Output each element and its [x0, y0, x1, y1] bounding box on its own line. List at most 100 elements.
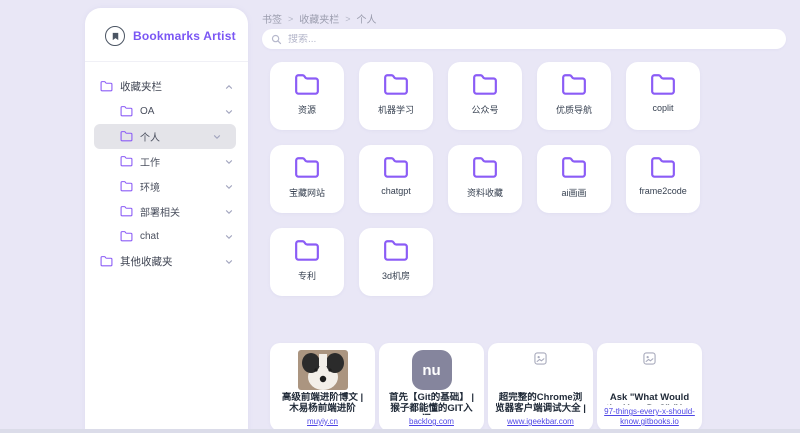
bookmark-link[interactable]: backlog.com — [409, 417, 454, 427]
chevron-down-icon[interactable] — [224, 107, 234, 117]
breadcrumb-separator: > — [345, 14, 350, 24]
bookmark-thumbnail-dog-photo — [298, 348, 348, 392]
folder-card[interactable]: 3d机房 — [359, 228, 433, 296]
bookmark-row: 高级前端进阶博文 | 木易杨前端进阶 muyiy.cn nu 首先【Git的基础… — [270, 343, 702, 431]
chevron-down-icon[interactable] — [224, 257, 234, 267]
folder-label: 机器学习 — [378, 103, 414, 116]
folder-icon — [100, 255, 113, 268]
sidebar-item-label: 部署相关 — [140, 204, 217, 219]
folder-icon — [383, 72, 409, 98]
folder-icon — [100, 80, 113, 93]
folder-icon — [120, 230, 133, 243]
folder-label: 优质导航 — [556, 103, 592, 116]
folder-icon — [120, 180, 133, 193]
folder-icon — [294, 72, 320, 98]
folder-icon — [472, 155, 498, 181]
breadcrumb-item-personal[interactable]: 个人 — [357, 11, 377, 26]
folder-card[interactable]: coplit — [626, 62, 700, 130]
chevron-down-icon[interactable] — [224, 232, 234, 242]
folder-card[interactable]: 公众号 — [448, 62, 522, 130]
folder-label: 3d机房 — [382, 269, 410, 282]
sidebar-nav: 收藏夹栏 OA 个人 — [85, 74, 248, 274]
sidebar-item-oa[interactable]: OA — [85, 99, 248, 124]
folder-label: chatgpt — [381, 186, 411, 196]
folder-card[interactable]: 专利 — [270, 228, 344, 296]
folder-label: 资源 — [298, 103, 316, 116]
sidebar-item-other-bookmarks[interactable]: 其他收藏夹 — [85, 249, 248, 274]
bookmark-link[interactable]: www.igeekbar.com — [507, 417, 574, 427]
folder-label: 资料收藏 — [467, 186, 503, 199]
search-icon — [271, 34, 282, 45]
sidebar-item-deployment[interactable]: 部署相关 — [85, 199, 248, 224]
sidebar-item-bookmarks-bar[interactable]: 收藏夹栏 — [85, 74, 248, 99]
folder-label: 宝藏网站 — [289, 186, 325, 199]
chevron-down-icon[interactable] — [212, 132, 222, 142]
folder-card[interactable]: 机器学习 — [359, 62, 433, 130]
folder-grid: 资源 机器学习 公众号 优质导航 coplit 宝藏网站 chatgpt 资料 — [270, 62, 700, 296]
folder-label: 专利 — [298, 269, 316, 282]
bookmark-link[interactable]: muyiy.cn — [307, 417, 338, 427]
folder-card[interactable]: 宝藏网站 — [270, 145, 344, 213]
folder-card[interactable]: chatgpt — [359, 145, 433, 213]
folder-card[interactable]: ai画画 — [537, 145, 611, 213]
sidebar-item-label: 工作 — [140, 154, 217, 169]
bookmark-link[interactable]: 97-things-every-x-should-know.gitbooks.i… — [604, 407, 695, 427]
bookmark-card[interactable]: 高级前端进阶博文 | 木易杨前端进阶 muyiy.cn — [270, 343, 375, 431]
sidebar: Bookmarks Artist 收藏夹栏 OA 个人 — [85, 8, 248, 433]
chevron-down-icon[interactable] — [224, 207, 234, 217]
breadcrumb-item-bookmarks-bar[interactable]: 收藏夹栏 — [299, 11, 339, 26]
main-content: 书签 > 收藏夹栏 > 个人 资源 机器学习 公众号 优质导航 coplit — [248, 0, 800, 433]
broken-image-icon — [534, 348, 547, 392]
folder-icon — [383, 238, 409, 264]
folder-label: 公众号 — [471, 103, 498, 116]
sidebar-item-work[interactable]: 工作 — [85, 149, 248, 174]
sidebar-item-label: chat — [140, 231, 217, 242]
folder-card[interactable]: 资源 — [270, 62, 344, 130]
folder-icon — [383, 155, 409, 181]
breadcrumb-item-bookmarks[interactable]: 书签 — [262, 11, 282, 26]
folder-icon — [120, 130, 133, 143]
bookmark-title: 超完整的Chrome浏览器客户端调试大全 | ... — [495, 392, 586, 415]
sidebar-item-label: 个人 — [140, 129, 205, 144]
folder-icon — [120, 155, 133, 168]
chevron-up-icon[interactable] — [224, 82, 234, 92]
folder-card[interactable]: frame2code — [626, 145, 700, 213]
chevron-down-icon[interactable] — [224, 157, 234, 167]
breadcrumb: 书签 > 收藏夹栏 > 个人 — [248, 0, 800, 26]
bookmark-title: 高级前端进阶博文 | 木易杨前端进阶 — [277, 392, 368, 415]
sidebar-item-personal[interactable]: 个人 — [94, 124, 236, 149]
bookmark-icon — [105, 26, 125, 46]
broken-image-icon — [643, 348, 656, 392]
folder-icon — [561, 155, 587, 181]
folder-icon — [472, 72, 498, 98]
search-input[interactable] — [288, 34, 777, 45]
bookmark-card[interactable]: 超完整的Chrome浏览器客户端调试大全 | ... www.igeekbar.… — [488, 343, 593, 431]
bookmark-card[interactable]: Ask "What Would the User Do?" (You Are..… — [597, 343, 702, 431]
nu-logo: nu — [412, 350, 452, 390]
folder-icon — [561, 72, 587, 98]
chevron-down-icon[interactable] — [224, 182, 234, 192]
app-title: Bookmarks Artist — [133, 29, 236, 43]
search-bar[interactable] — [262, 29, 786, 49]
sidebar-item-label: 收藏夹栏 — [120, 79, 217, 94]
folder-label: coplit — [652, 103, 673, 113]
bookmark-card[interactable]: nu 首先【Git的基础】 | 猴子都能懂的GIT入门 |.. backlog.… — [379, 343, 484, 431]
sidebar-divider — [85, 61, 248, 62]
folder-icon — [650, 72, 676, 98]
breadcrumb-separator: > — [288, 14, 293, 24]
folder-label: ai画画 — [561, 186, 586, 199]
folder-card[interactable]: 优质导航 — [537, 62, 611, 130]
folder-icon — [650, 155, 676, 181]
sidebar-item-label: 环境 — [140, 179, 217, 194]
folder-icon — [120, 105, 133, 118]
folder-icon — [294, 238, 320, 264]
folder-icon — [294, 155, 320, 181]
sidebar-item-label: OA — [140, 106, 217, 117]
sidebar-item-environment[interactable]: 环境 — [85, 174, 248, 199]
folder-card[interactable]: 资料收藏 — [448, 145, 522, 213]
sidebar-item-chat[interactable]: chat — [85, 224, 248, 249]
bookmark-thumbnail-nu-logo: nu — [412, 348, 452, 392]
app-logo: Bookmarks Artist — [85, 8, 248, 46]
bookmark-title: Ask "What Would the User Do?" (You Are..… — [604, 392, 695, 405]
sidebar-item-label: 其他收藏夹 — [120, 254, 217, 269]
